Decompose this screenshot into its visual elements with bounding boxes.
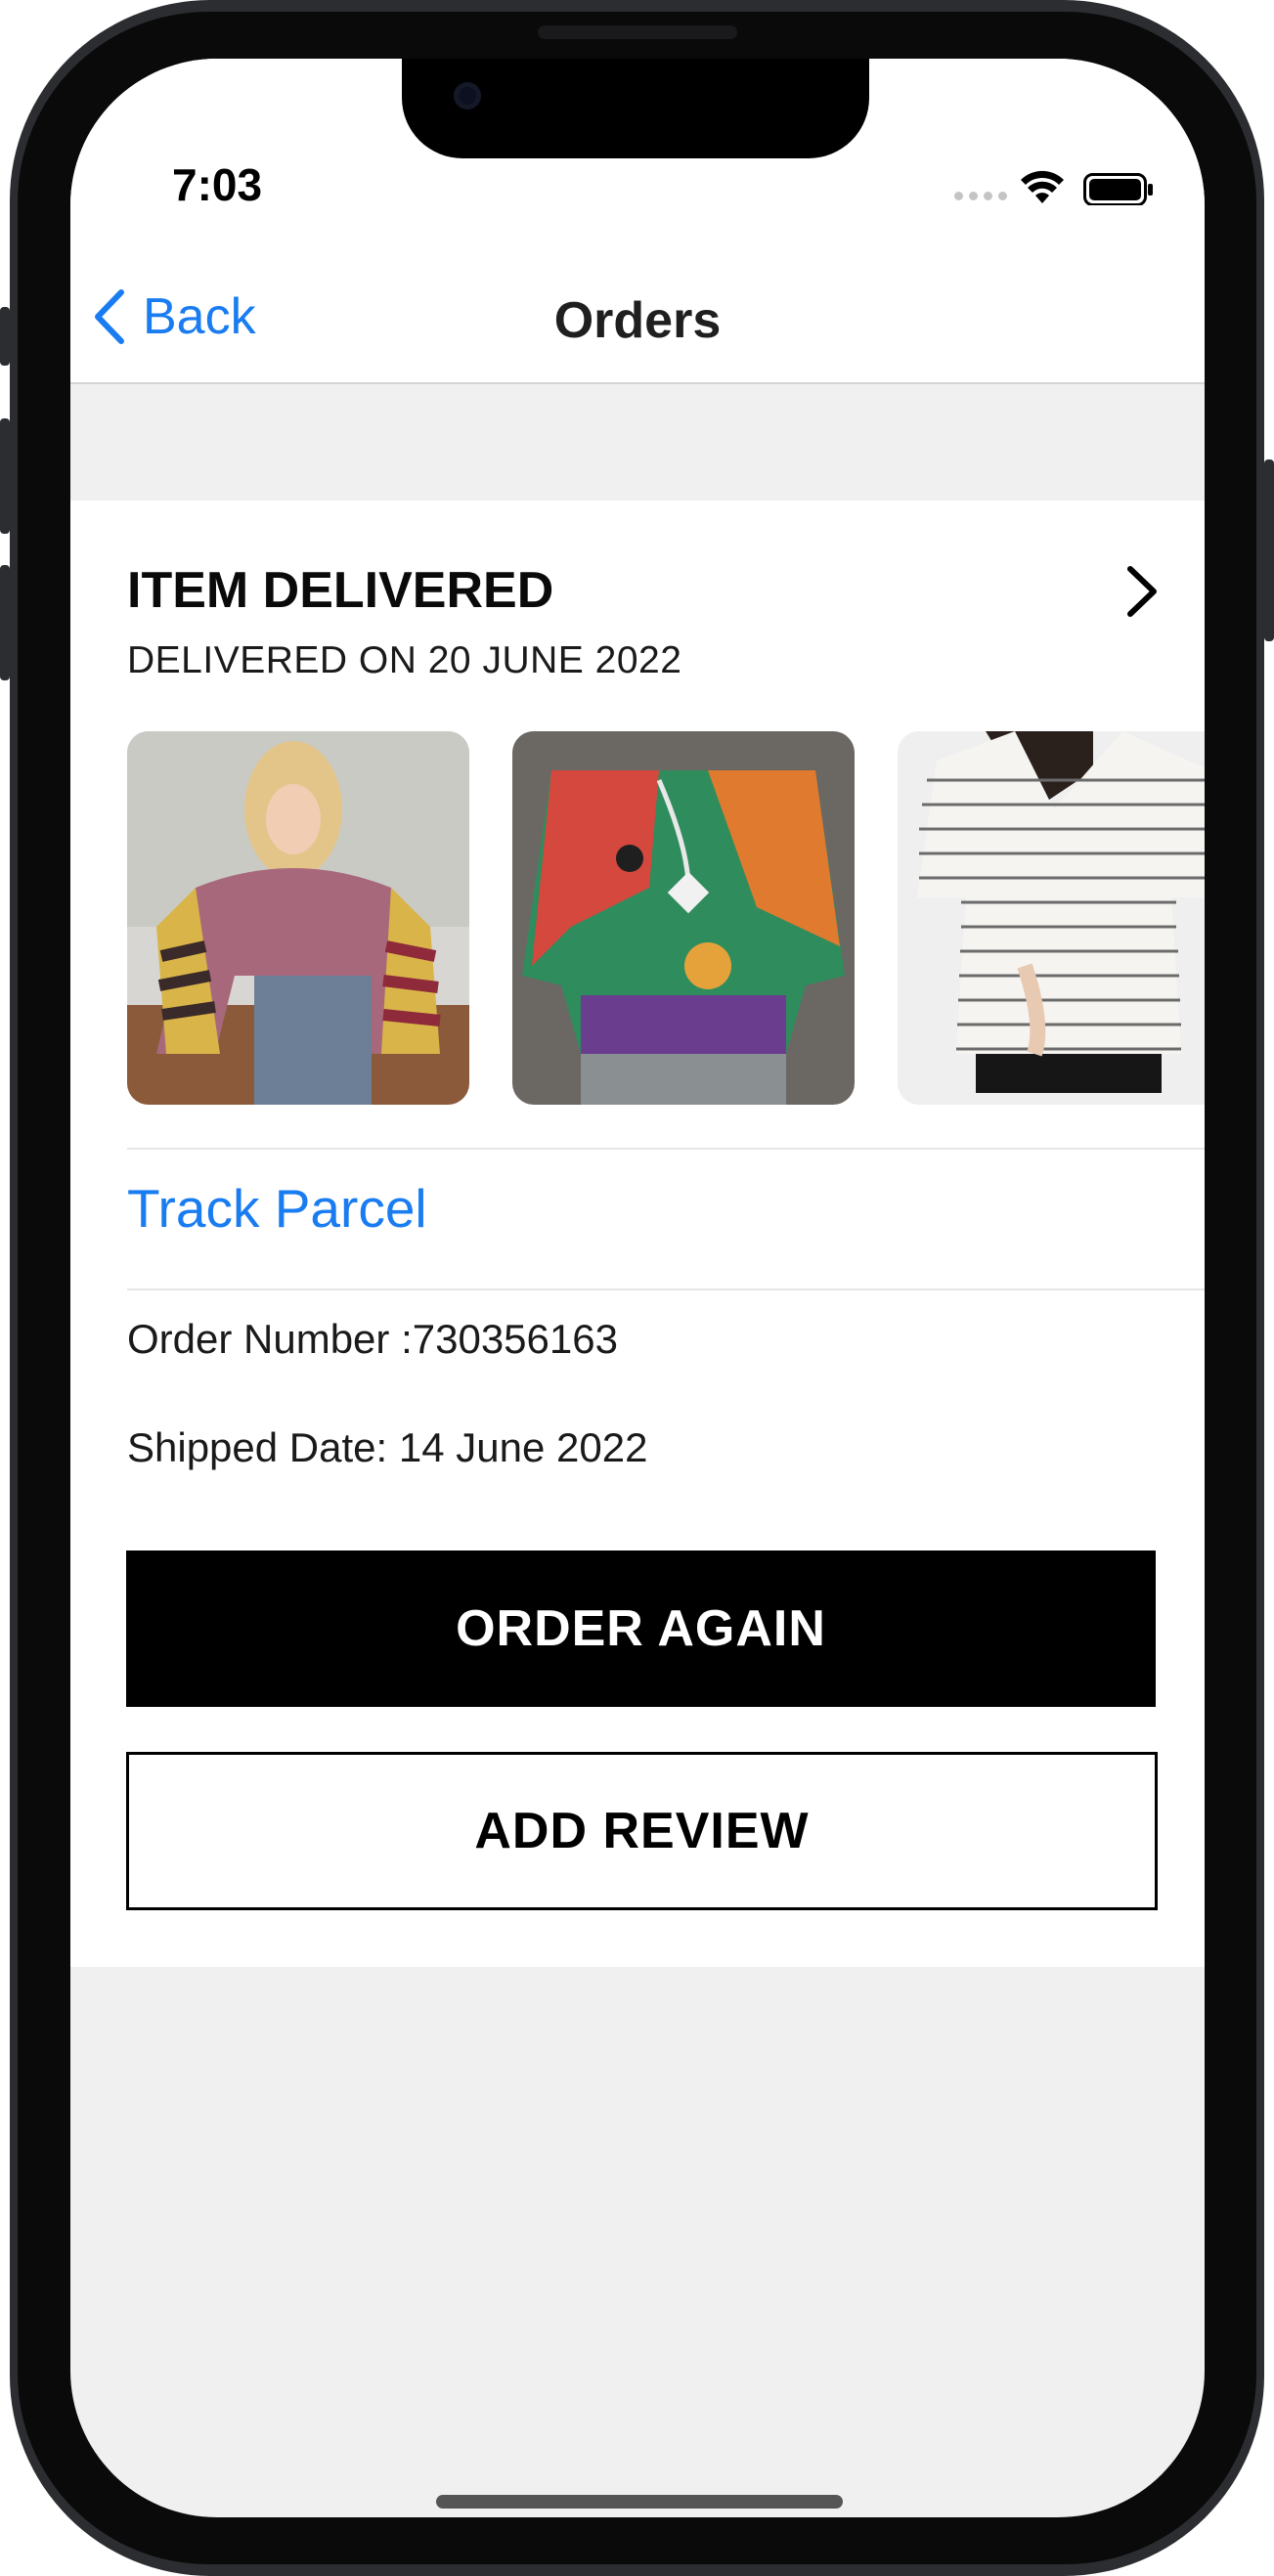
- delivery-date: DELIVERED ON 20 JUNE 2022: [127, 639, 682, 681]
- navigation-bar: Back Orders: [70, 205, 1205, 384]
- divider: [127, 1288, 1205, 1290]
- wifi-icon: [1021, 170, 1064, 203]
- product-image[interactable]: [127, 731, 469, 1105]
- chevron-right-icon[interactable]: [1122, 563, 1162, 620]
- status-time: 7:03: [172, 159, 263, 210]
- screen: 7:03 Back Orders ITEM DELIVERED DELIVERE…: [70, 59, 1205, 2517]
- battery-full-icon: [1083, 173, 1153, 206]
- side-button-volume-up: [0, 418, 10, 534]
- product-image[interactable]: [898, 731, 1205, 1105]
- delivery-status-title: ITEM DELIVERED: [127, 562, 554, 619]
- add-review-button[interactable]: ADD REVIEW: [126, 1752, 1158, 1910]
- home-indicator[interactable]: [436, 2495, 843, 2509]
- order-again-button[interactable]: ORDER AGAIN: [126, 1550, 1156, 1707]
- page-title: Orders: [553, 292, 722, 349]
- product-image-strip[interactable]: [127, 731, 1205, 1105]
- track-parcel-link[interactable]: Track Parcel: [127, 1177, 427, 1240]
- front-camera: [454, 82, 481, 109]
- product-image[interactable]: [512, 731, 855, 1105]
- side-button-mute: [0, 307, 10, 366]
- divider: [127, 1148, 1205, 1150]
- order-card: ITEM DELIVERED DELIVERED ON 20 JUNE 2022: [70, 501, 1205, 1967]
- side-button-volume-down: [0, 565, 10, 680]
- order-number: Order Number :730356163: [127, 1316, 618, 1362]
- cellular-signal-icon: [954, 192, 1007, 200]
- side-button-power: [1264, 459, 1274, 641]
- shipped-date: Shipped Date: 14 June 2022: [127, 1424, 648, 1470]
- speaker-grille: [538, 25, 737, 39]
